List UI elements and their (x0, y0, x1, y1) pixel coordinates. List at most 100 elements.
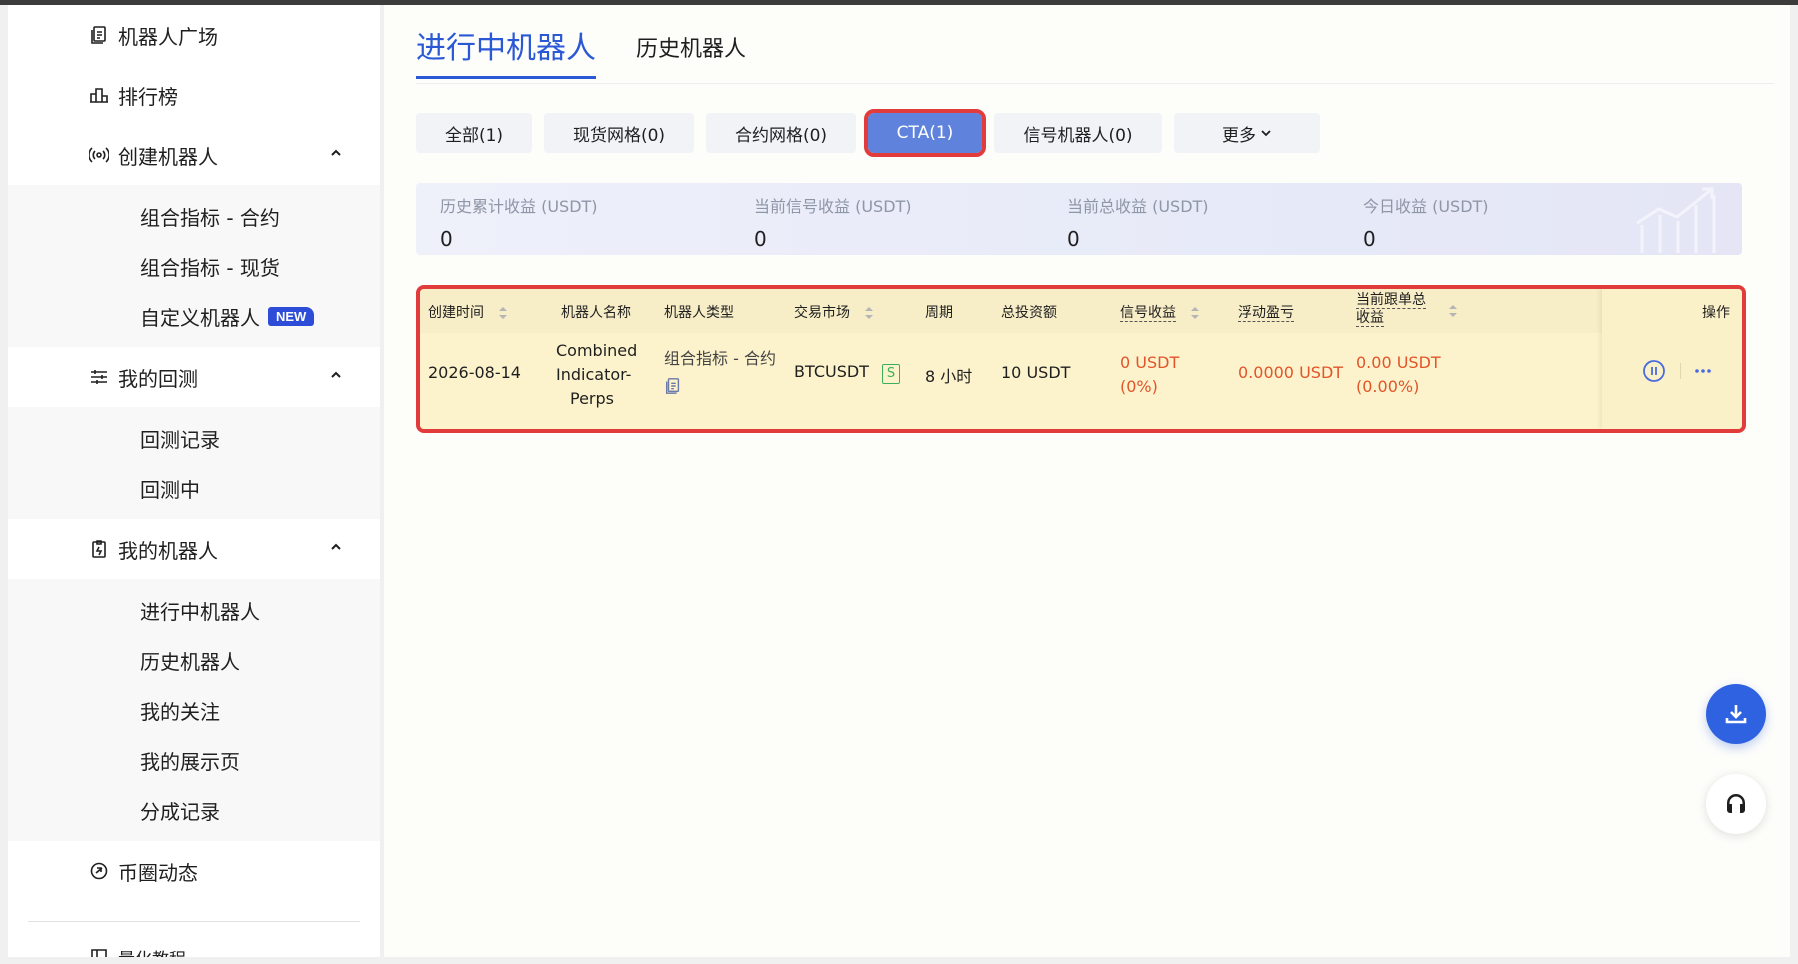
table-row: 2026-08-14 Combined Indicator- Perps 组合指… (420, 333, 1742, 429)
sidebar-item-revenue-share[interactable]: 分成记录 (8, 785, 380, 835)
copy-icon[interactable] (664, 377, 682, 395)
sidebar-item-ranking[interactable]: 排行榜 (8, 65, 380, 125)
robot-type-text: 组合指标 - 合约 (664, 349, 776, 368)
more-options-icon[interactable] (1692, 361, 1714, 381)
sort-icon[interactable] (864, 306, 874, 320)
main-content: 进行中机器人 历史机器人 全部(1) 现货网格(0) 合约网格(0) CTA(1… (384, 5, 1790, 957)
column-action: 操作 (1702, 305, 1730, 321)
cell-copy-profit: 0.00 USDT (0.00%) (1356, 351, 1441, 399)
sidebar-item-backtesting[interactable]: 回测中 (8, 463, 380, 513)
chevron-up-icon[interactable] (328, 145, 344, 161)
filter-signal-button[interactable]: 信号机器人(0) (994, 113, 1162, 153)
robot-name-line: Combined (556, 341, 638, 360)
sidebar-item-custom-robot[interactable]: 自定义机器人 NEW (8, 291, 380, 341)
stat-signal-profit: 当前信号收益 (USDT) 0 (754, 193, 912, 251)
sidebar-group-my-robots[interactable]: 我的机器人 (8, 519, 380, 579)
stat-value: 0 (754, 227, 767, 251)
sidebar-item-plaza[interactable]: 机器人广场 (8, 5, 380, 65)
column-market[interactable]: 交易市场 (794, 302, 874, 322)
column-label: 当前跟单总 (1356, 292, 1426, 309)
market-symbol: BTCUSDT (794, 362, 869, 381)
sidebar-item-label: 机器人广场 (118, 24, 218, 49)
column-signal-profit[interactable]: 信号收益 (1120, 302, 1200, 322)
tab-divider (416, 83, 1774, 84)
sidebar-group-backtest[interactable]: 我的回测 (8, 347, 380, 407)
sidebar: 机器人广场 排行榜 创建机器人 组合指标 - 合约 组合指标 - 现货 自定义机… (8, 5, 382, 957)
column-label: 信号收益 (1120, 305, 1176, 322)
sort-icon[interactable] (498, 306, 508, 320)
broadcast-icon (88, 144, 110, 166)
sidebar-group-create[interactable]: 创建机器人 (8, 125, 380, 185)
cell-floating-pnl: 0.0000 USDT (1238, 363, 1344, 382)
filter-cta-button[interactable]: CTA(1) (864, 109, 986, 157)
robot-clipboard-icon (88, 538, 110, 560)
sidebar-item-label: 自定义机器人 (140, 305, 260, 330)
download-button[interactable] (1706, 684, 1766, 744)
chevron-down-icon (1261, 130, 1271, 137)
stat-label: 历史累计收益 (USDT) (440, 197, 598, 216)
column-investment: 总投资额 (1001, 305, 1057, 321)
support-button[interactable] (1706, 774, 1766, 834)
column-created[interactable]: 创建时间 (428, 302, 508, 322)
filter-more-label: 更多 (1222, 125, 1256, 146)
sidebar-item-backtest-records[interactable]: 回测记录 (8, 413, 380, 463)
column-label: 浮动盈亏 (1238, 305, 1294, 322)
stat-history-profit: 历史累计收益 (USDT) 0 (440, 193, 598, 251)
chevron-up-icon[interactable] (328, 367, 344, 383)
stat-value: 0 (1363, 227, 1376, 251)
sidebar-item-running-robots[interactable]: 进行中机器人 (8, 585, 380, 635)
download-icon (1725, 705, 1747, 724)
column-floating-pnl: 浮动盈亏 (1238, 302, 1294, 322)
stat-label: 当前总收益 (USDT) (1067, 197, 1209, 216)
sidebar-item-combined-contract[interactable]: 组合指标 - 合约 (8, 191, 380, 241)
filter-contract-grid-button[interactable]: 合约网格(0) (706, 113, 856, 153)
cell-investment: 10 USDT (1001, 363, 1071, 382)
document-icon (88, 24, 110, 46)
filter-more-dropdown[interactable]: 更多 (1174, 113, 1320, 153)
cell-signal-profit: 0 USDT (0%) (1120, 351, 1179, 399)
sidebar-item-label: 量化教程 (118, 945, 186, 958)
headset-icon (1727, 794, 1745, 813)
robot-name-line: Perps (570, 389, 614, 408)
sidebar-item-news[interactable]: 币圈动态 (8, 841, 380, 901)
cell-market: BTCUSDT S (794, 362, 901, 384)
tab-running[interactable]: 进行中机器人 (416, 23, 596, 79)
spot-badge: S (882, 364, 901, 384)
pause-icon[interactable] (1642, 359, 1666, 383)
chevron-up-icon[interactable] (328, 539, 344, 555)
sidebar-subgroup-create: 组合指标 - 合约 组合指标 - 现货 自定义机器人 NEW (8, 185, 380, 347)
podium-icon (88, 84, 110, 106)
stat-label: 当前信号收益 (USDT) (754, 197, 912, 216)
sidebar-subgroup-my-robots: 进行中机器人 历史机器人 我的关注 我的展示页 分成记录 (8, 579, 380, 841)
filter-bar: 全部(1) 现货网格(0) 合约网格(0) CTA(1) 信号机器人(0) 更多 (416, 109, 1332, 157)
filter-spot-grid-button[interactable]: 现货网格(0) (544, 113, 694, 153)
cell-robot-name[interactable]: Combined Indicator- Perps (556, 339, 638, 411)
sidebar-item-label: 我的回测 (118, 366, 198, 391)
sidebar-item-label: 币圈动态 (118, 860, 198, 885)
sidebar-item-label: 我的机器人 (118, 538, 218, 563)
sidebar-item-following[interactable]: 我的关注 (8, 685, 380, 735)
sidebar-item-showcase[interactable]: 我的展示页 (8, 735, 380, 785)
filter-all-button[interactable]: 全部(1) (416, 113, 532, 153)
column-copy-profit[interactable]: 当前跟单总 收益 (1356, 291, 1426, 327)
stat-today-profit: 今日收益 (USDT) 0 (1363, 193, 1489, 251)
sort-icon[interactable] (1190, 306, 1200, 320)
sidebar-subgroup-backtest: 回测记录 回测中 (8, 407, 380, 519)
signal-profit-percent: (0%) (1120, 377, 1158, 396)
app-window: 机器人广场 排行榜 创建机器人 组合指标 - 合约 组合指标 - 现货 自定义机… (0, 0, 1798, 964)
sidebar-item-label: 创建机器人 (118, 144, 218, 169)
sort-icon[interactable] (1448, 304, 1458, 318)
table-header: 创建时间 机器人名称 机器人类型 交易市场 周期 总投资额 信号收益 浮动盈亏 (420, 289, 1742, 333)
sidebar-item-combined-spot[interactable]: 组合指标 - 现货 (8, 241, 380, 291)
sidebar-item-history-robots[interactable]: 历史机器人 (8, 635, 380, 685)
copy-profit-value: 0.00 USDT (1356, 353, 1441, 372)
column-type: 机器人类型 (664, 305, 734, 321)
signal-profit-value: 0 USDT (1120, 353, 1180, 372)
tab-history[interactable]: 历史机器人 (636, 31, 746, 79)
sidebar-item-tutorial[interactable]: 量化教程 (8, 922, 380, 957)
robot-tabs: 进行中机器人 历史机器人 (416, 23, 786, 79)
book-icon (88, 946, 110, 957)
sliders-icon (88, 366, 110, 388)
coin-news-icon (88, 860, 110, 882)
column-label: 交易市场 (794, 305, 850, 321)
